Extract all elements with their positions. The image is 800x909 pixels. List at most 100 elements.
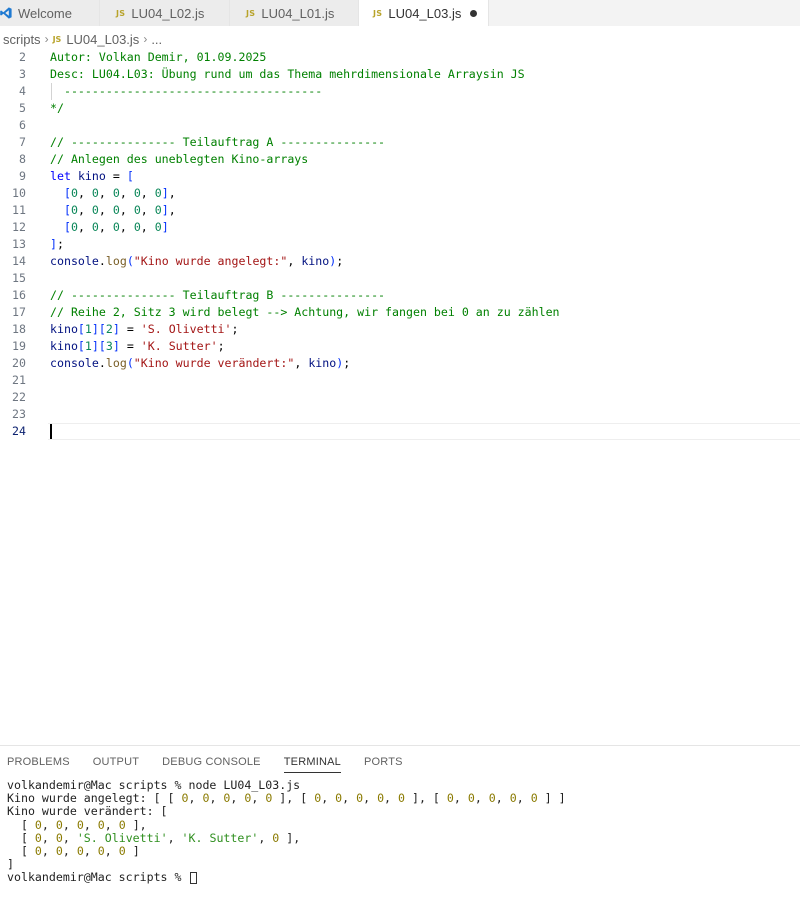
code-line[interactable]: 19 kino[1][3] = 'K. Sutter'; — [0, 338, 800, 355]
bottom-panel: PROBLEMS OUTPUT DEBUG CONSOLE TERMINAL PORTS… — [0, 745, 800, 909]
line-number: 11 — [12, 203, 26, 217]
code-line[interactable]: 22 — [0, 389, 800, 406]
line-number: 24 — [12, 424, 26, 438]
code-line[interactable]: 11 [0, 0, 0, 0, 0], — [0, 202, 800, 219]
line-number: 8 — [19, 152, 26, 166]
terminal-line: [ 0, 0, 'S. Olivetti', 'K. Sutter', 0 ], — [7, 830, 301, 845]
line-number: 2 — [19, 50, 26, 64]
breadcrumb: scripts › JS LU04_L03.js › ... — [0, 28, 162, 50]
line-number: 10 — [12, 186, 26, 200]
breadcrumb-folder[interactable]: scripts — [3, 32, 41, 47]
tab-lu04-l01[interactable]: JS LU04_L01.js — [230, 0, 359, 26]
code-line[interactable]: 16 // --------------- Teilauftrag B -----… — [0, 287, 800, 304]
panel-tab-terminal[interactable]: TERMINAL — [283, 746, 342, 778]
code-text: Autor: Volkan Demir, 01.09.2025 — [50, 50, 267, 64]
code-text: console.log("Kino wurde angelegt:", kino… — [50, 254, 344, 268]
line-number: 21 — [12, 373, 26, 387]
code-line[interactable]: 13]; — [0, 236, 800, 253]
code-line[interactable]: 2 Autor: Volkan Demir, 01.09.2025 — [0, 49, 800, 66]
line-number: 20 — [12, 356, 26, 370]
line-number: 18 — [12, 322, 26, 336]
panel-tab-output[interactable]: OUTPUT — [93, 746, 139, 778]
editor-tab-bar: Welcome JS LU04_L02.js JS LU04_L01.js JS… — [0, 0, 800, 26]
panel-tab-debug-console[interactable]: DEBUG CONSOLE — [162, 746, 261, 778]
code-text: // Anlegen des uneblegten Kino-arrays — [50, 152, 309, 166]
tab-label: LU04_L02.js — [131, 5, 205, 21]
terminal-output[interactable]: volkandemir@Mac scripts % node LU04_L03.… — [7, 778, 566, 885]
code-text: [0, 0, 0, 0, 0], — [63, 186, 176, 200]
panel-tab-problems[interactable]: PROBLEMS — [7, 746, 70, 778]
tab-lu04-l03[interactable]: JS LU04_L03.js — [359, 0, 489, 26]
current-line-highlight — [48, 423, 800, 440]
text-cursor — [50, 424, 52, 439]
terminal-prompt: volkandemir@Mac scripts % — [7, 871, 566, 884]
code-line[interactable]: 6 — [0, 117, 800, 134]
code-text: // --------------- Teilauftrag A -------… — [50, 135, 386, 149]
code-text: console.log("Kino wurde verändert:", kin… — [50, 356, 351, 370]
tab-label: Welcome — [18, 5, 72, 21]
line-number: 23 — [12, 407, 26, 421]
line-number: 6 — [19, 118, 26, 132]
code-text: [0, 0, 0, 0, 0], — [63, 203, 176, 217]
line-number: 4 — [19, 84, 26, 98]
code-text: // Reihe 2, Sitz 3 wird belegt --> Achtu… — [50, 305, 560, 319]
line-number: 15 — [12, 271, 26, 285]
terminal-line: [ 0, 0, 0, 0, 0 ] — [7, 843, 140, 858]
code-text: kino[1][3] = 'K. Sutter'; — [50, 339, 225, 353]
code-text: ------------------------------------- — [50, 84, 323, 98]
code-line[interactable]: 4 ------------------------------------- — [0, 83, 800, 100]
code-line[interactable]: 14 console.log("Kino wurde angelegt:", ki… — [0, 253, 800, 270]
code-line[interactable]: 12 [0, 0, 0, 0, 0] — [0, 219, 800, 236]
line-number: 16 — [12, 288, 26, 302]
code-text: kino[1][2] = 'S. Olivetti'; — [50, 322, 239, 336]
tab-bar-empty-space — [489, 0, 800, 26]
code-line[interactable]: 20 console.log("Kino wurde verändert:", k… — [0, 355, 800, 372]
chevron-right-icon: › — [44, 32, 49, 46]
panel-tab-bar: PROBLEMS OUTPUT DEBUG CONSOLE TERMINAL PORTS — [0, 746, 426, 778]
code-line[interactable]: 7 // --------------- Teilauftrag A ------… — [0, 134, 800, 151]
js-file-icon: JS — [52, 34, 62, 44]
code-text: let kino = [ — [50, 169, 134, 183]
line-number: 9 — [19, 169, 26, 183]
line-number: 14 — [12, 254, 26, 268]
line-number: 19 — [12, 339, 26, 353]
code-text: ]; — [50, 237, 64, 251]
line-number: 3 — [19, 67, 26, 81]
code-line[interactable]: 8 // Anlegen des uneblegten Kino-arrays — [0, 151, 800, 168]
tab-welcome[interactable]: Welcome — [0, 0, 100, 26]
code-text: */ — [50, 101, 64, 115]
line-number: 17 — [12, 305, 26, 319]
js-file-icon: JS — [373, 8, 383, 18]
code-text: // --------------- Teilauftrag B -------… — [50, 288, 386, 302]
code-line[interactable]: 24 — [0, 423, 800, 440]
code-line[interactable]: 5 */ — [0, 100, 800, 117]
code-line[interactable]: 10 [0, 0, 0, 0, 0], — [0, 185, 800, 202]
line-number: 22 — [12, 390, 26, 404]
code-line[interactable]: 18 kino[1][2] = 'S. Olivetti'; — [0, 321, 800, 338]
code-line[interactable]: 3 Desc: LU04.L03: Übung rund um das Thema… — [0, 66, 800, 83]
code-text: Desc: LU04.L03: Übung rund um das Thema … — [50, 67, 525, 81]
chevron-right-icon: › — [143, 32, 148, 46]
line-number: 13 — [12, 237, 26, 251]
code-line[interactable]: 15 — [0, 270, 800, 287]
tab-label: LU04_L01.js — [261, 5, 335, 21]
panel-tab-ports[interactable]: PORTS — [364, 746, 403, 778]
code-line[interactable]: 23 — [0, 406, 800, 423]
code-line[interactable]: 9 let kino = [ — [0, 168, 800, 185]
tab-label: LU04_L03.js — [388, 5, 462, 21]
line-number: 5 — [19, 101, 26, 115]
js-file-icon: JS — [116, 8, 126, 18]
js-file-icon: JS — [246, 8, 256, 18]
line-number: 7 — [19, 135, 26, 149]
line-number: 12 — [12, 220, 26, 234]
code-line[interactable]: 17 // Reihe 2, Sitz 3 wird belegt --> Ach… — [0, 304, 800, 321]
code-text: [0, 0, 0, 0, 0] — [63, 220, 169, 234]
unsaved-dot-icon[interactable] — [470, 9, 478, 17]
breadcrumb-symbols[interactable]: ... — [151, 32, 162, 47]
vscode-logo-icon — [0, 7, 12, 19]
tab-lu04-l02[interactable]: JS LU04_L02.js — [100, 0, 230, 26]
terminal-cursor — [190, 871, 198, 884]
code-line[interactable]: 21 — [0, 372, 800, 389]
breadcrumb-file[interactable]: LU04_L03.js — [66, 32, 139, 47]
code-editor[interactable]: 2 Autor: Volkan Demir, 01.09.2025 3 Desc: L… — [0, 49, 800, 739]
